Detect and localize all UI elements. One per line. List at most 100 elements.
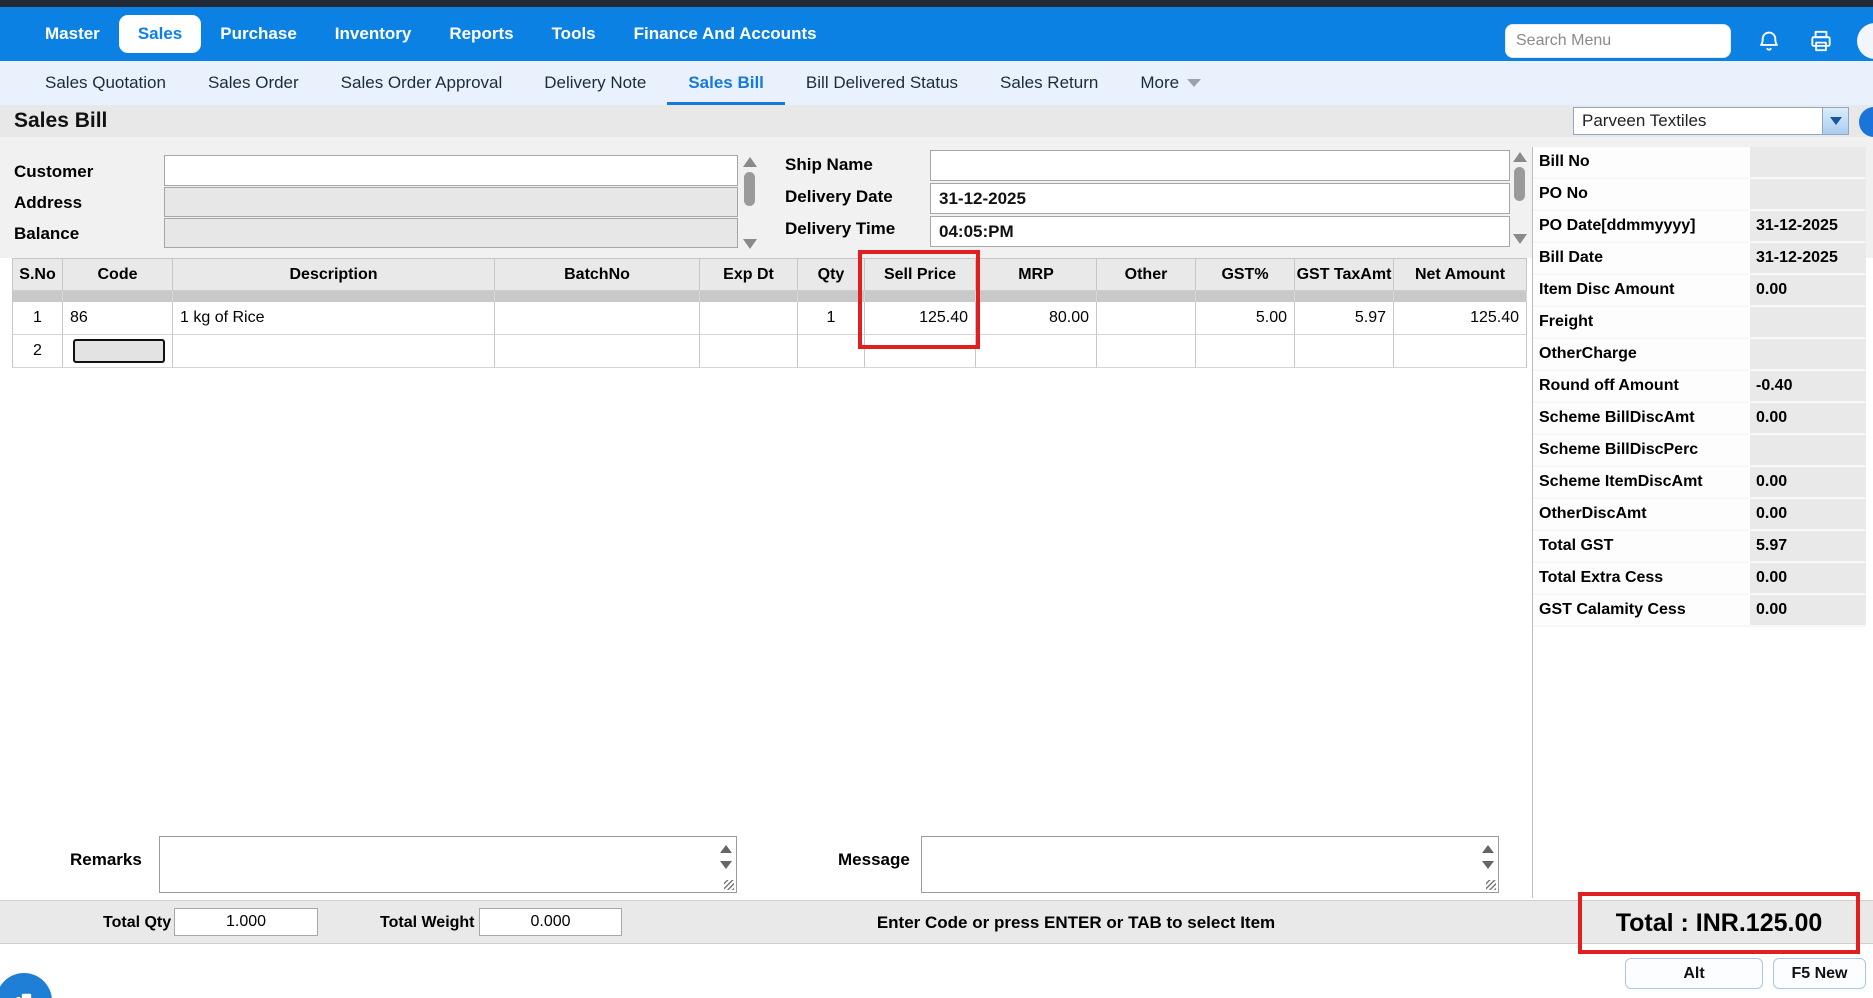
cell-expdt[interactable]: [700, 335, 798, 368]
cell-mrp[interactable]: 80.00: [976, 302, 1097, 335]
tab-sales-bill[interactable]: Sales Bill: [667, 61, 785, 105]
panel-value[interactable]: 31-12-2025: [1750, 243, 1866, 273]
total-qty-field[interactable]: [174, 908, 318, 936]
cell-net-amount[interactable]: [1394, 335, 1527, 368]
cell-code[interactable]: [63, 335, 173, 368]
scroll-down-icon[interactable]: [1512, 234, 1527, 244]
f5-new-button[interactable]: F5 New: [1773, 958, 1866, 989]
col-header-description[interactable]: Description: [173, 259, 495, 290]
panel-value[interactable]: 0.00: [1750, 275, 1866, 305]
company-select-button[interactable]: [1822, 108, 1848, 134]
textarea-scroll-down-icon[interactable]: [1482, 861, 1494, 869]
cell-gst-taxamt[interactable]: [1295, 335, 1394, 368]
total-weight-field[interactable]: [479, 908, 622, 936]
cell-batchno[interactable]: [495, 335, 700, 368]
ship-scrollbar[interactable]: [1512, 152, 1527, 244]
tab-bill-delivered-status[interactable]: Bill Delivered Status: [785, 61, 979, 105]
code-entry-input[interactable]: [73, 339, 165, 363]
ship-name-field[interactable]: [930, 150, 1510, 181]
textarea-scroll-up-icon[interactable]: [720, 845, 732, 853]
nav-item-inventory[interactable]: Inventory: [316, 15, 431, 53]
nav-item-master[interactable]: Master: [26, 15, 119, 53]
cell-qty[interactable]: 1: [798, 302, 865, 335]
scroll-up-icon[interactable]: [1512, 152, 1527, 162]
col-header-gst-taxamt[interactable]: GST TaxAmt: [1295, 259, 1394, 290]
col-header-sno[interactable]: S.No: [12, 259, 63, 290]
panel-value[interactable]: 0.00: [1750, 403, 1866, 433]
textarea-scroll-up-icon[interactable]: [1482, 845, 1494, 853]
printer-icon[interactable]: [1807, 27, 1835, 55]
cell-description[interactable]: 1 kg of Rice: [173, 302, 495, 335]
cell-other[interactable]: [1097, 335, 1196, 368]
cell-qty[interactable]: [798, 335, 865, 368]
cell-code[interactable]: 86: [63, 302, 173, 335]
customer-scrollbar[interactable]: [742, 157, 757, 249]
scroll-up-icon[interactable]: [742, 157, 757, 167]
cell-gst[interactable]: [1196, 335, 1295, 368]
nav-item-finance[interactable]: Finance And Accounts: [615, 15, 836, 53]
message-textarea[interactable]: [921, 836, 1499, 893]
panel-value[interactable]: -0.40: [1750, 371, 1866, 401]
cell-gst[interactable]: 5.00: [1196, 302, 1295, 335]
col-header-gst[interactable]: GST%: [1196, 259, 1295, 290]
cell-other[interactable]: [1097, 302, 1196, 335]
panel-row: Total GST 5.97: [1533, 531, 1866, 563]
table-row[interactable]: 1 86 1 kg of Rice 1 125.40 80.00 5.00 5.…: [12, 302, 1527, 335]
tab-sales-quotation[interactable]: Sales Quotation: [24, 61, 187, 105]
panel-value[interactable]: 31-12-2025: [1750, 211, 1866, 241]
delivery-date-field[interactable]: [930, 183, 1510, 214]
panel-value[interactable]: 0.00: [1750, 467, 1866, 497]
panel-value[interactable]: [1750, 435, 1866, 465]
nav-item-purchase[interactable]: Purchase: [201, 15, 316, 53]
message-label: Message: [838, 850, 910, 869]
col-header-batchno[interactable]: BatchNo: [495, 259, 700, 290]
company-select[interactable]: Parveen Textiles: [1573, 107, 1849, 135]
panel-value[interactable]: [1750, 339, 1866, 369]
cell-mrp[interactable]: [976, 335, 1097, 368]
tab-sales-order-approval[interactable]: Sales Order Approval: [320, 61, 524, 105]
bell-icon[interactable]: [1755, 27, 1783, 55]
delivery-time-field[interactable]: [930, 216, 1510, 247]
alt-button[interactable]: Alt: [1625, 958, 1763, 989]
scroll-thumb[interactable]: [744, 172, 755, 206]
cell-gst-taxamt[interactable]: 5.97: [1295, 302, 1394, 335]
search-input[interactable]: [1505, 24, 1731, 58]
textarea-scroll-down-icon[interactable]: [720, 861, 732, 869]
cell-net-amount[interactable]: 125.40: [1394, 302, 1527, 335]
col-header-other[interactable]: Other: [1097, 259, 1196, 290]
tab-more[interactable]: More: [1119, 61, 1222, 105]
grand-total: Total : INR.125.00: [1615, 908, 1823, 937]
resize-handle-icon[interactable]: [1486, 880, 1496, 890]
col-header-mrp[interactable]: MRP: [976, 259, 1097, 290]
col-header-qty[interactable]: Qty: [798, 259, 865, 290]
resize-handle-icon[interactable]: [724, 880, 734, 890]
tab-sales-order[interactable]: Sales Order: [187, 61, 320, 105]
tab-delivery-note[interactable]: Delivery Note: [523, 61, 667, 105]
cell-expdt[interactable]: [700, 302, 798, 335]
user-avatar-circle[interactable]: [1859, 107, 1873, 137]
table-row[interactable]: 2: [12, 335, 1527, 368]
panel-value[interactable]: [1750, 179, 1866, 209]
panel-value[interactable]: 5.97: [1750, 531, 1866, 561]
panel-value[interactable]: [1750, 307, 1866, 337]
col-header-code[interactable]: Code: [63, 259, 173, 290]
customer-field[interactable]: [164, 155, 738, 186]
col-header-expdt[interactable]: Exp Dt: [700, 259, 798, 290]
remarks-textarea[interactable]: [159, 836, 737, 893]
nav-item-sales[interactable]: Sales: [118, 15, 202, 53]
profile-avatar[interactable]: [1857, 23, 1873, 59]
panel-value[interactable]: 0.00: [1750, 595, 1866, 625]
panel-value[interactable]: 0.00: [1750, 499, 1866, 529]
bill-summary-panel: Bill No PO No PO Date[ddmmyyyy] 31-12-202…: [1533, 147, 1866, 627]
col-header-net-amount[interactable]: Net Amount: [1394, 259, 1527, 290]
nav-item-reports[interactable]: Reports: [430, 15, 532, 53]
panel-value[interactable]: [1750, 147, 1866, 177]
chat-launcher[interactable]: [0, 973, 52, 998]
panel-value[interactable]: 0.00: [1750, 563, 1866, 593]
nav-item-tools[interactable]: Tools: [533, 15, 615, 53]
tab-sales-return[interactable]: Sales Return: [979, 61, 1119, 105]
scroll-down-icon[interactable]: [742, 239, 757, 249]
cell-description[interactable]: [173, 335, 495, 368]
scroll-thumb[interactable]: [1514, 167, 1525, 201]
cell-batchno[interactable]: [495, 302, 700, 335]
